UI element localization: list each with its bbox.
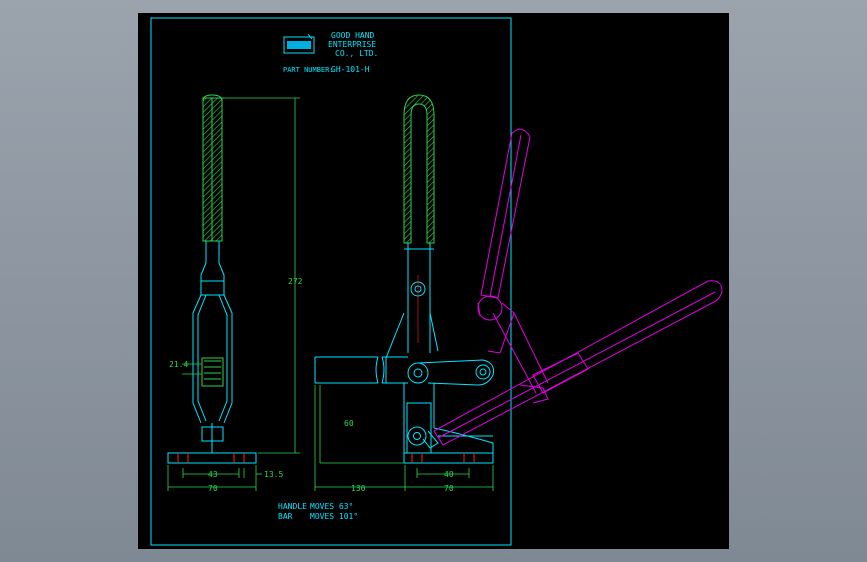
- dim-spindle-height: 60: [344, 419, 354, 428]
- note-handle-value: MOVES 63°: [310, 502, 353, 511]
- alt-extended-bar: [433, 280, 723, 446]
- company-line-3: CO., LTD.: [335, 49, 378, 58]
- dim-base-width-right: 70: [444, 484, 454, 493]
- side-view: [167, 94, 257, 464]
- company-line-1: GOOD HAND: [331, 31, 375, 40]
- dim-base-holes: 43: [208, 470, 218, 479]
- dim-arm-length: 130: [351, 484, 366, 493]
- dim-height: 272: [288, 277, 303, 286]
- front-base-block: [403, 427, 494, 463]
- side-pivot-block: [201, 357, 224, 387]
- dim-side-width: 21.4: [169, 360, 188, 369]
- alternate-positions: [433, 128, 723, 446]
- dim-base-width-left: 70: [208, 484, 218, 493]
- part-number-label: PART NUMBER:: [283, 66, 334, 74]
- note-bar-label: BAR: [278, 512, 293, 521]
- part-number: GH-101-H: [331, 65, 370, 74]
- cad-viewport[interactable]: GOOD HAND ENTERPRISE CO., LTD. PART NUMB…: [138, 13, 729, 549]
- side-base-plate: [167, 452, 257, 464]
- dim-base-edge: 13.5: [264, 470, 283, 479]
- company-logo: [283, 33, 315, 54]
- dim-front-holes: 40: [444, 470, 454, 479]
- note-handle-label: HANDLE: [278, 502, 307, 511]
- front-horizontal-arm: [314, 356, 379, 384]
- front-view: [314, 94, 494, 464]
- clamp-drawing: GOOD HAND ENTERPRISE CO., LTD. PART NUMB…: [150, 17, 723, 546]
- side-view-dimensions: [167, 97, 300, 491]
- front-handle-grip: [403, 94, 435, 244]
- company-line-2: ENTERPRISE: [328, 40, 376, 49]
- note-bar-value: MOVES 101°: [310, 512, 358, 521]
